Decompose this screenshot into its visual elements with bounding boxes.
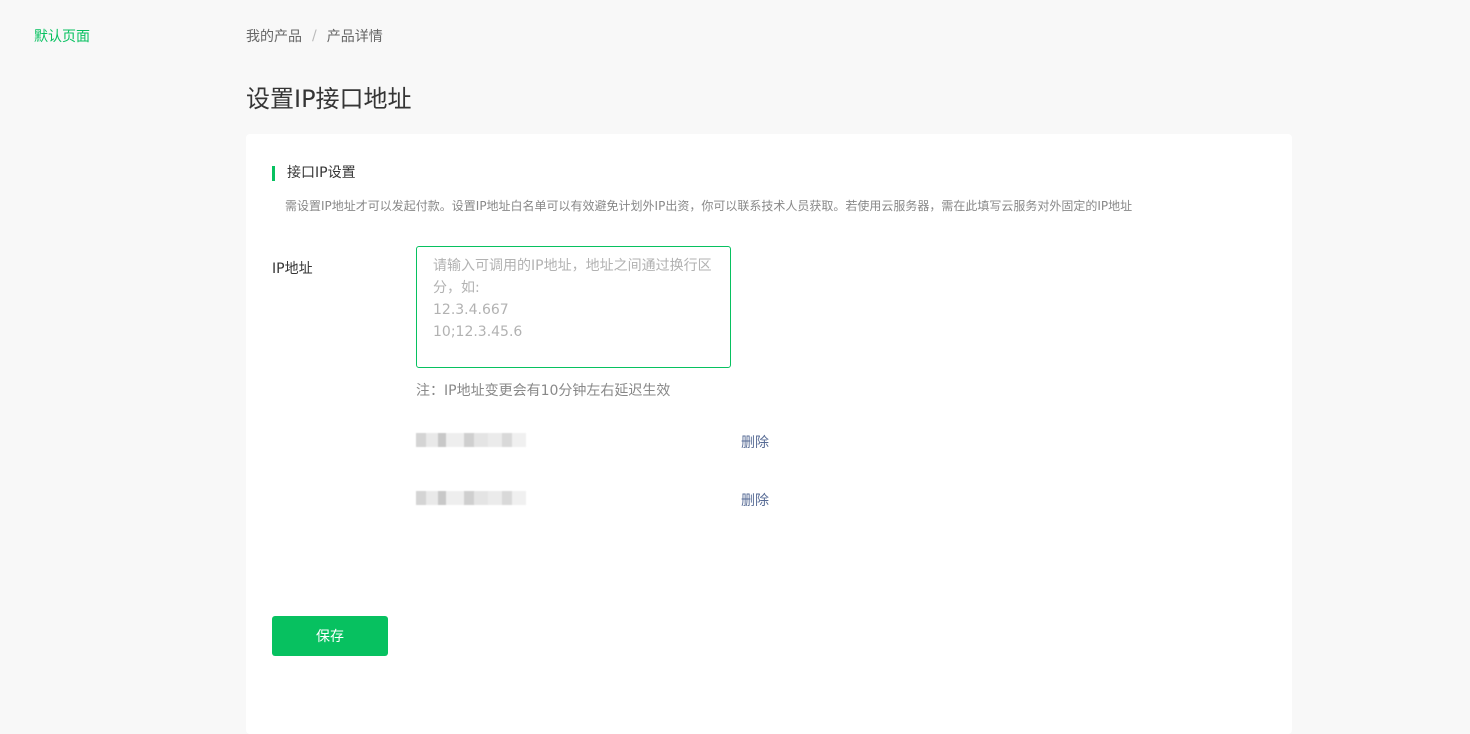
breadcrumb-separator: / <box>312 28 317 44</box>
ip-list-item: 删除 <box>416 432 776 451</box>
breadcrumb-my-products[interactable]: 我的产品 <box>246 26 302 46</box>
sidebar: 默认页面 <box>0 0 246 715</box>
page-title: 设置IP接口地址 <box>246 85 412 113</box>
ip-address-label: IP地址 <box>272 261 313 277</box>
ip-value-redacted <box>416 433 526 447</box>
save-button[interactable]: 保存 <box>272 616 388 656</box>
ip-value-redacted <box>416 491 526 505</box>
ip-address-textarea[interactable] <box>416 246 731 368</box>
delete-ip-button[interactable]: 删除 <box>741 490 769 510</box>
section-title: 接口IP设置 <box>272 166 356 181</box>
sidebar-item-default-page[interactable]: 默认页面 <box>34 26 90 46</box>
breadcrumb-product-detail: 产品详情 <box>326 29 383 45</box>
ip-list-item: 删除 <box>416 490 776 509</box>
delete-ip-button[interactable]: 删除 <box>741 432 769 452</box>
ip-change-note: 注：IP地址变更会有10分钟左右延迟生效 <box>416 383 671 399</box>
breadcrumb: 我的产品 / 产品详情 <box>246 26 383 46</box>
section-description: 需设置IP地址才可以发起付款。设置IP地址白名单可以有效避免计划外IP出资，你可… <box>285 199 1133 213</box>
ip-settings-card: 接口IP设置 需设置IP地址才可以发起付款。设置IP地址白名单可以有效避免计划外… <box>246 134 1292 734</box>
